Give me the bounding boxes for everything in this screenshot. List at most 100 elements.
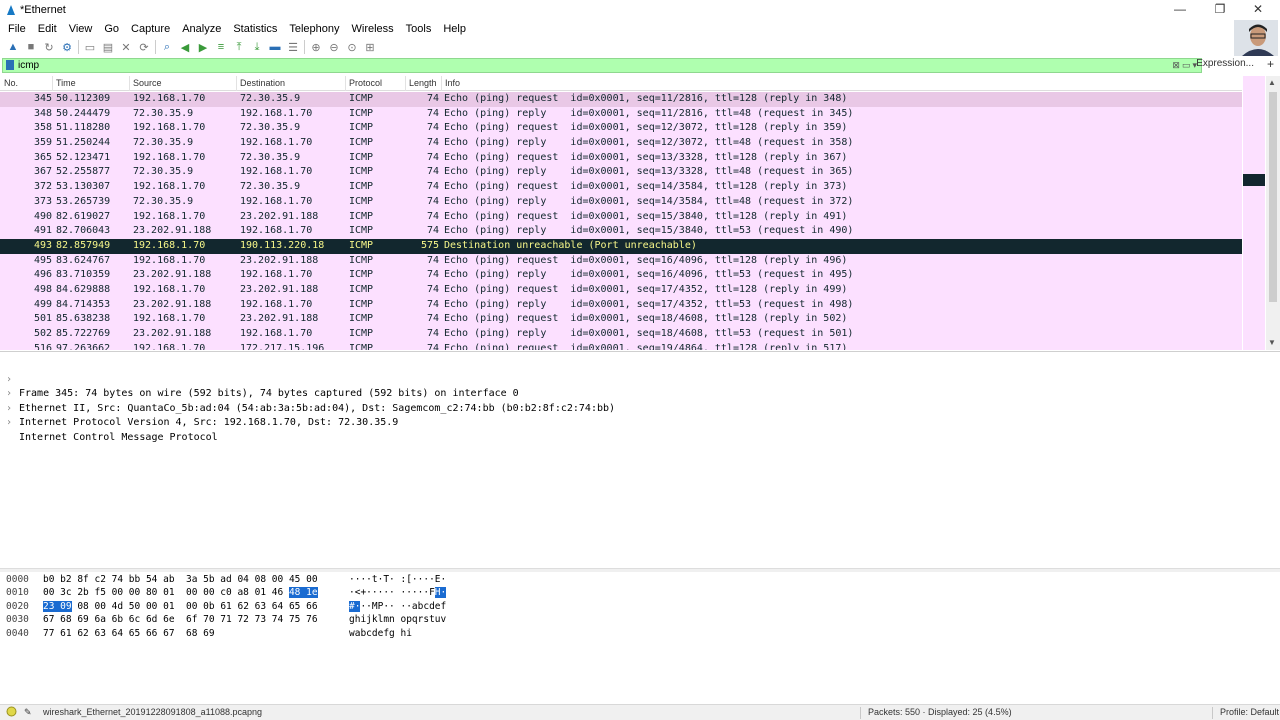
- packet-row[interactable]: 499 84.714353 23.202.91.188 192.168.1.70 ICM…: [0, 297, 1242, 313]
- resize-columns-icon[interactable]: ⊞: [361, 39, 379, 55]
- column-header-length[interactable]: Length: [409, 78, 437, 88]
- packet-row[interactable]: 365 52.123471 192.168.1.70 72.30.35.9 ICMP 74…: [0, 150, 1242, 166]
- bytes-row[interactable]: 0000 b0 b2 8f c2 74 bb 54 ab 3a 5b ad 04 …: [0, 573, 1280, 586]
- packet-row[interactable]: 496 83.710359 23.202.91.188 192.168.1.70 ICM…: [0, 268, 1242, 283]
- packet-length: 74: [426, 181, 439, 193]
- column-header-destination[interactable]: Destination: [240, 78, 285, 88]
- packet-row[interactable]: 491 82.706043 23.202.91.188 192.168.1.70 ICM…: [0, 224, 1242, 239]
- toolbar-divider: [155, 40, 156, 54]
- packet-length: 74: [426, 269, 439, 281]
- restart-capture-icon[interactable]: ↻: [40, 39, 58, 55]
- menu-file[interactable]: File: [2, 23, 32, 35]
- bytes-row[interactable]: 0010 00 3c 2b f5 00 00 80 01 00 00 c0 a8 …: [0, 586, 1280, 599]
- column-header-source[interactable]: Source: [133, 78, 162, 88]
- menu-capture[interactable]: Capture: [125, 23, 176, 35]
- expression-button[interactable]: Expression...: [1196, 58, 1254, 69]
- column-header-no[interactable]: No.: [4, 78, 18, 88]
- bytes-row[interactable]: 0020 23 09 08 00 4d 50 00 01 00 0b 61 62 …: [0, 600, 1280, 613]
- column-header-time[interactable]: Time: [56, 78, 76, 88]
- menu-telephony[interactable]: Telephony: [283, 23, 345, 35]
- scrollbar-thumb[interactable]: [1269, 92, 1277, 302]
- apply-filter-icon[interactable]: ▭: [1182, 60, 1191, 71]
- packet-row[interactable]: 490 82.619027 192.168.1.70 23.202.91.188 ICM…: [0, 209, 1242, 225]
- chevron-right-icon[interactable]: ›: [6, 416, 12, 431]
- scroll-down-icon[interactable]: ▼: [1268, 338, 1276, 347]
- packet-row[interactable]: 373 53.265739 72.30.35.9 192.168.1.70 ICMP 74…: [0, 194, 1242, 210]
- column-divider[interactable]: [405, 76, 406, 91]
- last-packet-icon[interactable]: ⤓: [248, 39, 266, 55]
- bookmark-icon[interactable]: [6, 60, 14, 70]
- bytes-ascii-segment: ghijklmn opqrstuv: [349, 614, 447, 626]
- detail-ipv4[interactable]: › Internet Protocol Version 4, Src: 192.…: [0, 387, 1280, 429]
- detail-ethernet[interactable]: › Ethernet II, Src: QuantaCo_5b:ad:04 (5…: [0, 373, 1280, 414]
- bytes-row[interactable]: 0030 67 68 69 6a 6b 6c 6d 6e 6f 70 71 72 …: [0, 613, 1280, 626]
- display-filter-input[interactable]: icmp ⊠ ▭ ▾: [2, 57, 1202, 73]
- close-file-icon[interactable]: ✕: [117, 39, 135, 55]
- packet-length: 74: [426, 151, 439, 163]
- colorize-icon[interactable]: ☰: [284, 39, 302, 55]
- clear-filter-icon[interactable]: ⊠: [1172, 60, 1180, 71]
- comment-edit-icon[interactable]: ✎: [24, 707, 32, 718]
- go-back-icon[interactable]: ◀: [176, 39, 194, 55]
- reload-file-icon[interactable]: ⟳: [135, 39, 153, 55]
- packet-row[interactable]: 516 97.263662 192.168.1.70 172.217.15.196 IC…: [0, 341, 1242, 350]
- go-forward-icon[interactable]: ▶: [194, 39, 212, 55]
- minimize-button[interactable]: —: [1160, 0, 1200, 20]
- detail-frame[interactable]: › Frame 345: 74 bytes on wire (592 bits)…: [0, 358, 1280, 400]
- packet-row[interactable]: 345 50.112309 192.168.1.70 72.30.35.9 ICMP 74…: [0, 92, 1242, 107]
- find-packet-icon[interactable]: ⌕: [158, 39, 176, 55]
- column-divider[interactable]: [441, 76, 442, 91]
- capture-options-icon[interactable]: ⚙: [58, 39, 76, 55]
- add-filter-button[interactable]: +: [1267, 57, 1274, 71]
- column-divider[interactable]: [52, 76, 53, 91]
- close-button[interactable]: ✕: [1238, 0, 1278, 20]
- packet-minimap[interactable]: [1243, 76, 1265, 350]
- start-capture-icon[interactable]: ▲: [4, 39, 22, 55]
- packet-row[interactable]: 502 85.722769 23.202.91.188 192.168.1.70 ICM…: [0, 327, 1242, 342]
- menu-wireless[interactable]: Wireless: [346, 23, 400, 35]
- column-divider[interactable]: [345, 76, 346, 91]
- go-to-packet-icon[interactable]: ≡: [212, 39, 230, 55]
- zoom-in-icon[interactable]: ⊕: [307, 39, 325, 55]
- normal-size-icon[interactable]: ⊙: [343, 39, 361, 55]
- autoscroll-icon[interactable]: ▬: [266, 39, 284, 55]
- packet-row[interactable]: 358 51.118280 192.168.1.70 72.30.35.9 ICMP 74…: [0, 121, 1242, 137]
- packet-no: 345: [33, 93, 52, 104]
- column-divider[interactable]: [129, 76, 130, 91]
- menu-go[interactable]: Go: [98, 23, 125, 35]
- menu-help[interactable]: Help: [437, 23, 472, 35]
- expert-info-icon[interactable]: [6, 706, 17, 719]
- packet-row[interactable]: 359 51.250244 72.30.35.9 192.168.1.70 ICMP 74…: [0, 136, 1242, 151]
- open-file-icon[interactable]: ▭: [81, 39, 99, 55]
- bytes-row[interactable]: 0040 77 61 62 63 64 65 66 67 68 69 wabcdef…: [0, 627, 1280, 640]
- packet-source: 192.168.1.70: [133, 151, 206, 163]
- packet-source: 192.168.1.70: [133, 254, 206, 266]
- first-packet-icon[interactable]: ⤒: [230, 39, 248, 55]
- packet-row[interactable]: 493 82.857949 192.168.1.70 190.113.220.18 IC…: [0, 238, 1242, 254]
- detail-icmp[interactable]: › Internet Control Message Protocol: [0, 402, 1280, 443]
- zoom-out-icon[interactable]: ⊖: [325, 39, 343, 55]
- packet-row[interactable]: 498 84.629888 192.168.1.70 23.202.91.188 ICM…: [0, 282, 1242, 298]
- save-file-icon[interactable]: ▤: [99, 39, 117, 55]
- packet-row[interactable]: 372 53.130307 192.168.1.70 72.30.35.9 ICMP 74…: [0, 180, 1242, 195]
- column-header-protocol[interactable]: Protocol: [349, 78, 382, 88]
- packet-row[interactable]: 367 52.255877 72.30.35.9 192.168.1.70 ICMP 74…: [0, 165, 1242, 181]
- menu-view[interactable]: View: [63, 23, 99, 35]
- restore-button[interactable]: ❐: [1200, 0, 1240, 20]
- packet-row[interactable]: 501 85.638238 192.168.1.70 23.202.91.188 ICM…: [0, 312, 1242, 327]
- profile-indicator[interactable]: Profile: Default: [1220, 707, 1279, 717]
- packet-list-scrollbar[interactable]: ▲ ▼: [1266, 76, 1280, 350]
- bytes-ascii: wabcdefg hi: [349, 627, 412, 640]
- column-divider[interactable]: [236, 76, 237, 91]
- menu-tools[interactable]: Tools: [400, 23, 438, 35]
- packet-row[interactable]: 495 83.624767 192.168.1.70 23.202.91.188 ICM…: [0, 253, 1242, 269]
- packet-protocol: ICMP: [349, 93, 374, 104]
- column-header-info[interactable]: Info: [445, 78, 460, 88]
- stop-capture-icon[interactable]: ■: [22, 39, 40, 55]
- menu-statistics[interactable]: Statistics: [227, 23, 283, 35]
- menu-analyze[interactable]: Analyze: [176, 23, 227, 35]
- scroll-up-icon[interactable]: ▲: [1268, 78, 1276, 87]
- packet-row[interactable]: 348 50.244479 72.30.35.9 192.168.1.70 ICMP 74…: [0, 106, 1242, 122]
- packet-info: Echo (ping) request id=0x0001, seq=19/48…: [444, 342, 848, 350]
- menu-edit[interactable]: Edit: [32, 23, 63, 35]
